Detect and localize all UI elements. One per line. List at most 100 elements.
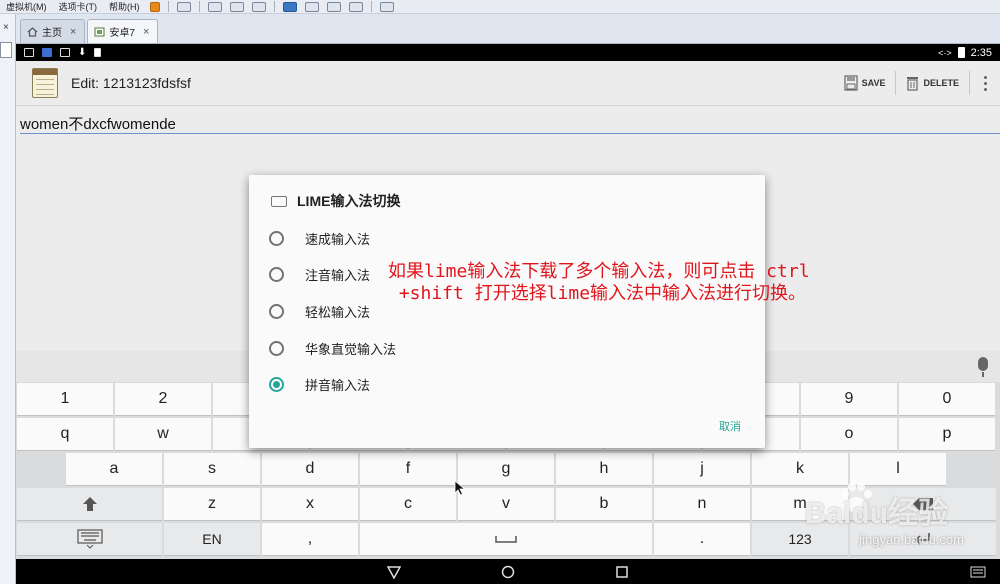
snapshot-restore-icon[interactable] <box>229 1 244 12</box>
snapshot-manager-icon[interactable] <box>251 1 266 12</box>
close-icon[interactable]: × <box>143 26 149 38</box>
radio-button[interactable] <box>269 303 284 319</box>
key-v[interactable]: v <box>458 488 554 521</box>
view-console-icon[interactable] <box>304 1 319 12</box>
shift-key[interactable] <box>17 488 162 521</box>
key-n[interactable]: n <box>654 488 750 521</box>
key-g[interactable]: g <box>458 453 554 486</box>
save-label: SAVE <box>861 78 886 88</box>
clock: 2:35 <box>970 46 992 59</box>
divider <box>370 1 372 12</box>
library-dropdown[interactable] <box>0 42 12 58</box>
text-underline <box>20 133 1000 134</box>
option-label: 速成输入法 <box>305 231 371 247</box>
key-x[interactable]: x <box>262 488 358 521</box>
host-side-panel: × <box>0 14 16 584</box>
option-label: 拼音输入法 <box>305 377 371 393</box>
language-key[interactable]: EN <box>164 523 260 556</box>
delete-button[interactable]: DELETE <box>896 61 969 105</box>
app-toolbar: Edit: 1213123fdsfsf SAVE DELETE <box>16 61 1000 106</box>
window-icon[interactable] <box>379 1 394 12</box>
space-icon <box>495 536 517 543</box>
key-h[interactable]: h <box>556 453 652 486</box>
option-sucheng[interactable]: 速成输入法 <box>269 225 370 251</box>
battery-icon <box>957 47 965 58</box>
radio-button[interactable] <box>269 230 284 246</box>
divider <box>167 1 169 12</box>
android-status-bar: ⬇ <·> 2:35 <box>16 44 1000 61</box>
key-s[interactable]: s <box>164 453 260 486</box>
overflow-menu-icon[interactable] <box>970 75 1000 91</box>
option-huaxiang[interactable]: 华象直觉输入法 <box>269 335 396 361</box>
key-1[interactable]: 1 <box>17 383 113 416</box>
microphone-icon[interactable] <box>978 357 988 377</box>
save-button[interactable]: SAVE <box>834 61 896 105</box>
pause-icon[interactable] <box>149 1 160 12</box>
save-icon <box>844 75 858 91</box>
space-key[interactable] <box>360 523 652 556</box>
view-sidebar-icon[interactable] <box>282 1 297 12</box>
key-a[interactable]: a <box>66 453 162 486</box>
menu-tabs[interactable]: 选项卡(T) <box>53 0 104 13</box>
key-q[interactable]: q <box>17 418 113 451</box>
comma-key[interactable]: , <box>262 523 358 556</box>
key-z[interactable]: z <box>164 488 260 521</box>
recents-icon[interactable] <box>615 565 629 579</box>
keyboard-settings-key[interactable] <box>17 523 162 556</box>
unity-icon[interactable] <box>348 1 363 12</box>
option-zhuyin[interactable]: 注音输入法 <box>269 261 370 287</box>
tab-home[interactable]: 主页 × <box>20 19 86 43</box>
radio-button-selected[interactable] <box>269 376 284 392</box>
watermark-url: jingyan.baidu.com <box>859 532 964 547</box>
home-icon <box>27 26 38 37</box>
option-pinyin[interactable]: 拼音输入法 <box>269 371 370 397</box>
dialog-title-text: LIME输入法切换 <box>297 193 401 209</box>
cancel-button[interactable]: 取消 <box>719 418 741 434</box>
keyboard-switch-icon[interactable] <box>970 566 986 578</box>
host-menu-bar: 虚拟机(M) 选项卡(T) 帮助(H) <box>0 0 1000 14</box>
snapshot-icon[interactable] <box>207 1 222 12</box>
period-key[interactable]: . <box>654 523 750 556</box>
key-f[interactable]: f <box>360 453 456 486</box>
key-0[interactable]: 0 <box>899 383 995 416</box>
key-o[interactable]: o <box>801 418 897 451</box>
keyboard-row-asdf: a s d f g h j k l <box>66 453 948 487</box>
menu-help[interactable]: 帮助(H) <box>103 0 146 13</box>
keyboard-icon <box>76 529 103 549</box>
home-icon[interactable] <box>501 565 515 579</box>
input-method-dialog: LIME输入法切换 速成输入法 注音输入法 轻松输入法 华象直觉输入法 拼音输入… <box>249 175 765 448</box>
key-d[interactable]: d <box>262 453 358 486</box>
download-icon: ⬇ <box>78 47 87 58</box>
menu-vm[interactable]: 虚拟机(M) <box>0 0 53 13</box>
vm-icon <box>94 27 105 36</box>
network-icon[interactable] <box>176 1 191 12</box>
option-qingsong[interactable]: 轻松输入法 <box>269 298 370 324</box>
fullscreen-icon[interactable] <box>326 1 341 12</box>
android-nav-bar <box>16 559 1000 584</box>
delete-label: DELETE <box>923 78 959 88</box>
key-p[interactable]: p <box>899 418 995 451</box>
host-tab-strip: 主页 × 安卓7 × <box>16 14 1000 44</box>
close-icon[interactable]: × <box>70 26 76 38</box>
key-b[interactable]: b <box>556 488 652 521</box>
divider <box>198 1 200 12</box>
dialog-title: LIME输入法切换 <box>271 191 400 211</box>
signal-icon: <·> <box>938 47 952 58</box>
divider <box>273 1 275 12</box>
annotation-line-2: +shift 打开选择lime输入法中输入法进行切换。 <box>388 283 807 304</box>
note-text[interactable]: women不dxcfwomende <box>20 113 176 134</box>
key-9[interactable]: 9 <box>801 383 897 416</box>
tab-android7[interactable]: 安卓7 × <box>87 19 159 43</box>
key-2[interactable]: 2 <box>115 383 211 416</box>
key-w[interactable]: w <box>115 418 211 451</box>
key-j[interactable]: j <box>654 453 750 486</box>
back-icon[interactable] <box>387 565 401 579</box>
option-label: 华象直觉输入法 <box>305 341 397 357</box>
key-c[interactable]: c <box>360 488 456 521</box>
notepad-app-icon <box>32 68 58 98</box>
key-k[interactable]: k <box>752 453 848 486</box>
radio-button[interactable] <box>269 340 284 356</box>
radio-button[interactable] <box>269 266 284 282</box>
trash-icon <box>907 77 919 91</box>
close-icon[interactable]: × <box>3 22 9 33</box>
